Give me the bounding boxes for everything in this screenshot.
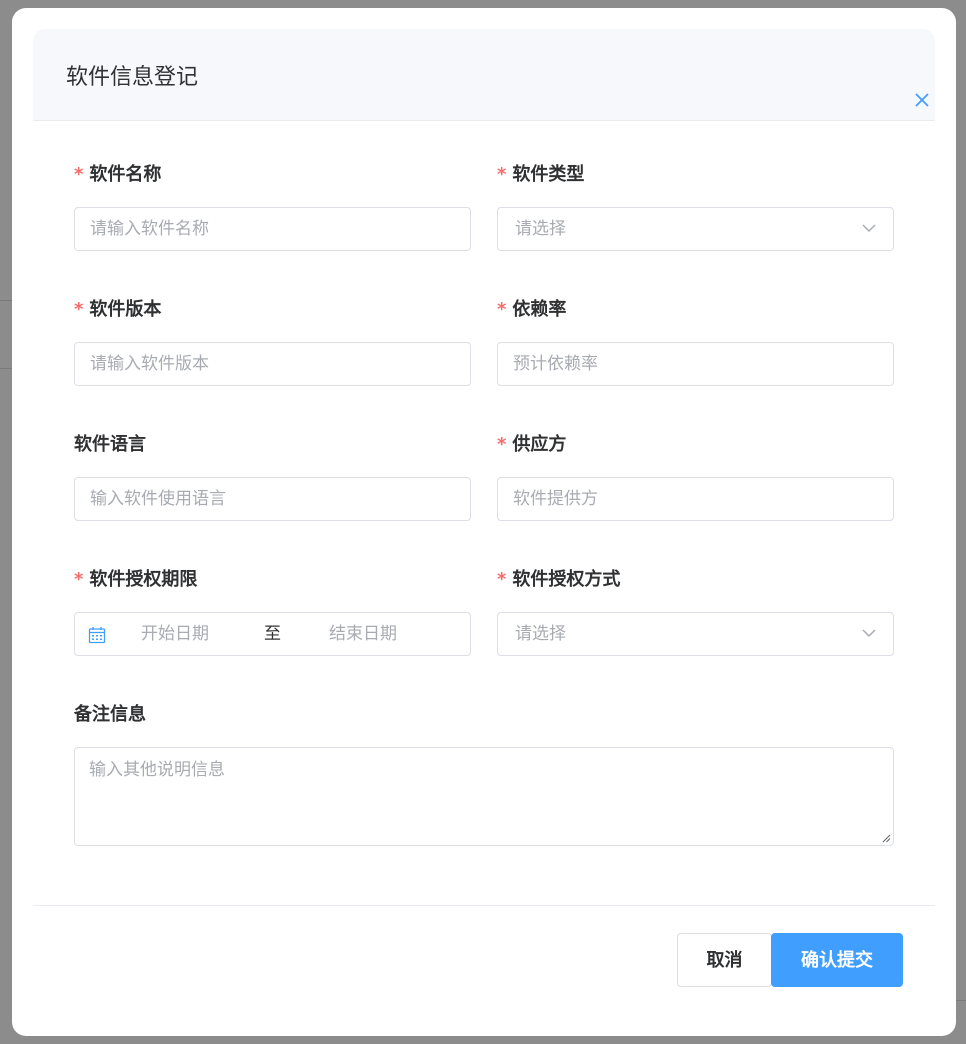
dependency-rate-label: * 依赖率 bbox=[497, 299, 567, 320]
field-software-type: * 软件类型 请选择 bbox=[497, 162, 894, 251]
field-software-version: * 软件版本 请输入软件版本 bbox=[74, 297, 471, 386]
chevron-down-icon bbox=[862, 224, 876, 233]
background-divider bbox=[0, 300, 12, 301]
dependency-rate-input[interactable]: 预计依赖率 bbox=[497, 342, 894, 386]
required-mark: * bbox=[497, 569, 507, 590]
required-mark: * bbox=[497, 299, 507, 320]
software-name-input[interactable]: 请输入软件名称 bbox=[74, 207, 471, 251]
supplier-input[interactable]: 软件提供方 bbox=[497, 477, 894, 521]
start-date-input[interactable]: 开始日期 bbox=[141, 613, 209, 655]
required-mark: * bbox=[74, 299, 84, 320]
field-software-name: * 软件名称 请输入软件名称 bbox=[74, 162, 471, 251]
software-version-input[interactable]: 请输入软件版本 bbox=[74, 342, 471, 386]
software-type-select[interactable]: 请选择 bbox=[497, 207, 894, 251]
chevron-down-icon bbox=[862, 629, 876, 638]
license-method-label: * 软件授权方式 bbox=[497, 569, 621, 590]
field-dependency-rate: * 依赖率 预计依赖率 bbox=[497, 297, 894, 386]
software-language-label: 软件语言 bbox=[74, 434, 146, 455]
license-period-label: * 软件授权期限 bbox=[74, 569, 198, 590]
required-mark: * bbox=[497, 434, 507, 455]
license-method-placeholder: 请选择 bbox=[515, 624, 566, 644]
field-software-language: 软件语言 输入软件使用语言 bbox=[74, 432, 471, 521]
required-mark: * bbox=[497, 164, 507, 185]
software-name-label: * 软件名称 bbox=[74, 164, 162, 185]
submit-button[interactable]: 确认提交 bbox=[771, 933, 903, 987]
close-icon bbox=[915, 93, 929, 107]
remarks-label: 备注信息 bbox=[74, 704, 146, 725]
calendar-icon bbox=[88, 627, 106, 644]
dialog-header: 软件信息登记 bbox=[33, 29, 935, 121]
field-supplier: * 供应方 软件提供方 bbox=[497, 432, 894, 521]
field-license-period: * 软件授权期限 开始日期 至 结束日期 bbox=[74, 567, 471, 656]
software-registration-dialog: 软件信息登记 *软件名称 请输入软件名称 *软件类型 请选择 *软件版本 bbox=[12, 8, 956, 1036]
software-version-label: * 软件版本 bbox=[74, 299, 162, 320]
license-period-date-range[interactable]: 开始日期 至 结束日期 bbox=[74, 612, 471, 656]
footer-divider bbox=[33, 905, 935, 906]
software-language-input[interactable]: 输入软件使用语言 bbox=[74, 477, 471, 521]
end-date-input[interactable]: 结束日期 bbox=[329, 613, 397, 655]
close-button[interactable] bbox=[911, 89, 933, 111]
software-type-placeholder: 请选择 bbox=[515, 219, 566, 239]
required-mark: * bbox=[74, 164, 84, 185]
dialog-title: 软件信息登记 bbox=[66, 65, 199, 90]
field-license-method: * 软件授权方式 请选择 bbox=[497, 567, 894, 656]
date-range-separator: 至 bbox=[264, 624, 281, 644]
background-divider bbox=[0, 368, 12, 369]
resize-handle-icon[interactable] bbox=[881, 833, 891, 843]
supplier-label: * 供应方 bbox=[497, 434, 567, 455]
license-method-select[interactable]: 请选择 bbox=[497, 612, 894, 656]
software-type-label: * 软件类型 bbox=[497, 164, 585, 185]
field-remarks: 备注信息 输入其他说明信息 bbox=[74, 702, 894, 846]
cancel-button[interactable]: 取消 bbox=[677, 933, 772, 987]
remarks-placeholder: 输入其他说明信息 bbox=[89, 760, 225, 780]
remarks-textarea[interactable]: 输入其他说明信息 bbox=[74, 747, 894, 846]
required-mark: * bbox=[74, 569, 84, 590]
background-divider bbox=[956, 1000, 966, 1001]
